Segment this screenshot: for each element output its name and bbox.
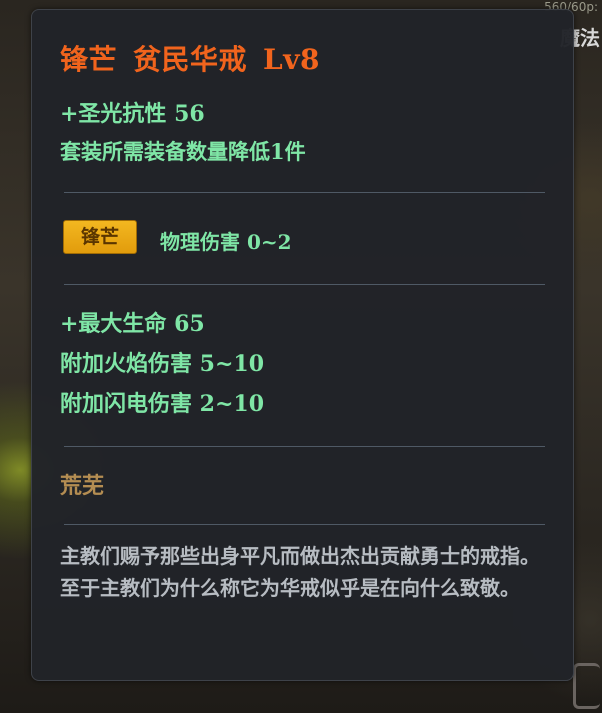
divider <box>64 524 545 525</box>
item-name: 贫民华戒 <box>133 43 248 76</box>
affix-physical-damage: 物理伤害 0~2 <box>160 230 292 254</box>
item-level: Lv8 <box>263 43 320 76</box>
stat-lightning-damage: 附加闪电伤害 2~10 <box>60 391 265 417</box>
hud-frame-fragment <box>573 663 600 709</box>
stat-set-requirement: 套装所需装备数量降低1件 <box>60 139 306 164</box>
item-prefix: 锋芒 <box>60 43 118 76</box>
affix-badge: 锋芒 <box>63 220 137 254</box>
stat-holy-resistance: +圣光抗性 56 <box>60 101 205 127</box>
divider <box>64 446 545 447</box>
stat-max-life: +最大生命 65 <box>60 311 205 337</box>
item-description: 主教们赐予那些出身平凡而做出杰出贡献勇士的戒指。至于主教们为什么称它为华戒似乎是… <box>60 544 540 600</box>
item-quality: 荒芜 <box>60 473 105 499</box>
divider <box>64 284 545 285</box>
item-title: 锋芒 贫民华戒 Lv8 <box>60 38 336 78</box>
stat-fire-damage: 附加火焰伤害 5~10 <box>60 351 265 377</box>
divider <box>64 192 545 193</box>
item-tooltip: 锋芒 贫民华戒 Lv8 +圣光抗性 56 套装所需装备数量降低1件 锋芒 物理伤害 … <box>31 9 574 681</box>
